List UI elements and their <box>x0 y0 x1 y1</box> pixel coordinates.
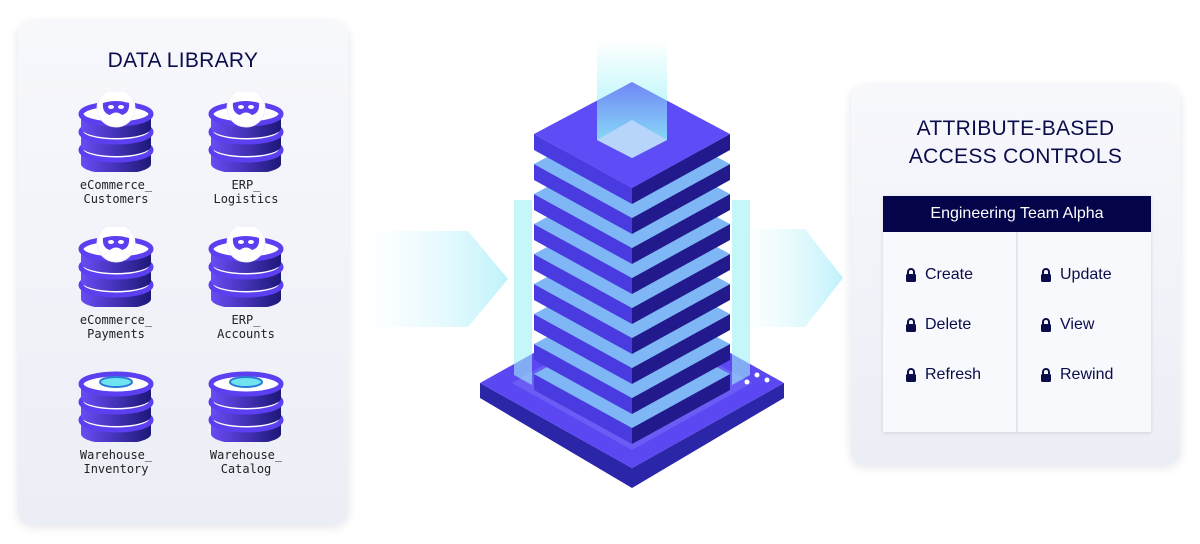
dataset-label: eCommerce_ Payments <box>79 313 153 341</box>
permission-label: Delete <box>925 316 972 333</box>
permission-item: Rewind <box>1040 366 1113 384</box>
mask-icon <box>226 227 266 263</box>
disk-icon <box>99 376 133 388</box>
lock-icon <box>906 368 916 382</box>
indicator-light <box>744 379 750 385</box>
dataset-item[interactable]: Warehouse_ Catalog <box>181 362 311 476</box>
database-icon <box>208 92 284 172</box>
team-name-header: Engineering Team Alpha <box>883 196 1151 232</box>
dataset-label: eCommerce_ Customers <box>79 178 153 206</box>
data-library-panel: DATA LIBRARY eCommerce_ Customers ERP_ Lo… <box>18 22 348 525</box>
permission-label: Create <box>925 266 974 283</box>
permissions-table: Engineering Team Alpha Create Delete Refre… <box>883 196 1151 432</box>
dataset-item[interactable]: eCommerce_ Customers <box>51 92 181 206</box>
dataset-item[interactable]: Warehouse_ Inventory <box>51 362 181 476</box>
permission-item: Create <box>905 266 973 284</box>
mask-icon <box>96 92 136 128</box>
tower-glow <box>732 200 750 385</box>
dataset-label: Warehouse_ Inventory <box>79 448 153 476</box>
permission-label: View <box>1060 316 1095 333</box>
permission-item: View <box>1040 316 1094 334</box>
data-tower-illustration <box>480 40 784 488</box>
permission-item: Delete <box>905 316 971 334</box>
indicator-light <box>764 377 770 383</box>
access-controls-panel: ATTRIBUTE-BASED ACCESS CONTROLS Engineer… <box>851 86 1180 465</box>
permission-label: Update <box>1060 266 1112 283</box>
dataset-label: Warehouse_ Catalog <box>209 448 283 476</box>
lock-icon <box>1041 318 1051 332</box>
lock-icon <box>1041 368 1051 382</box>
permission-item: Refresh <box>905 366 981 384</box>
database-icon <box>78 92 154 172</box>
tower-glow <box>514 200 532 385</box>
database-icon <box>208 227 284 307</box>
permission-label: Refresh <box>925 366 982 383</box>
dataset-item[interactable]: ERP_ Logistics <box>181 92 311 206</box>
data-library-title: DATA LIBRARY <box>107 49 259 72</box>
dataset-label: ERP_ Logistics <box>213 178 279 206</box>
database-icon <box>78 371 154 442</box>
database-icon <box>208 371 284 442</box>
lock-icon <box>906 318 916 332</box>
mask-icon <box>226 92 266 128</box>
abac-title-line2: ACCESS CONTROLS <box>908 145 1123 168</box>
permission-item: Update <box>1040 266 1112 284</box>
lock-icon <box>1041 268 1051 282</box>
dataset-item[interactable]: ERP_ Accounts <box>181 227 311 341</box>
indicator-light <box>754 372 760 378</box>
permission-label: Rewind <box>1060 366 1114 383</box>
dataset-label: ERP_ Accounts <box>217 313 275 341</box>
database-icon <box>78 227 154 307</box>
abac-title-line1: ATTRIBUTE-BASED <box>916 117 1115 140</box>
dataset-item[interactable]: eCommerce_ Payments <box>51 227 181 341</box>
disk-icon <box>229 376 263 388</box>
lock-icon <box>906 268 916 282</box>
mask-icon <box>96 227 136 263</box>
